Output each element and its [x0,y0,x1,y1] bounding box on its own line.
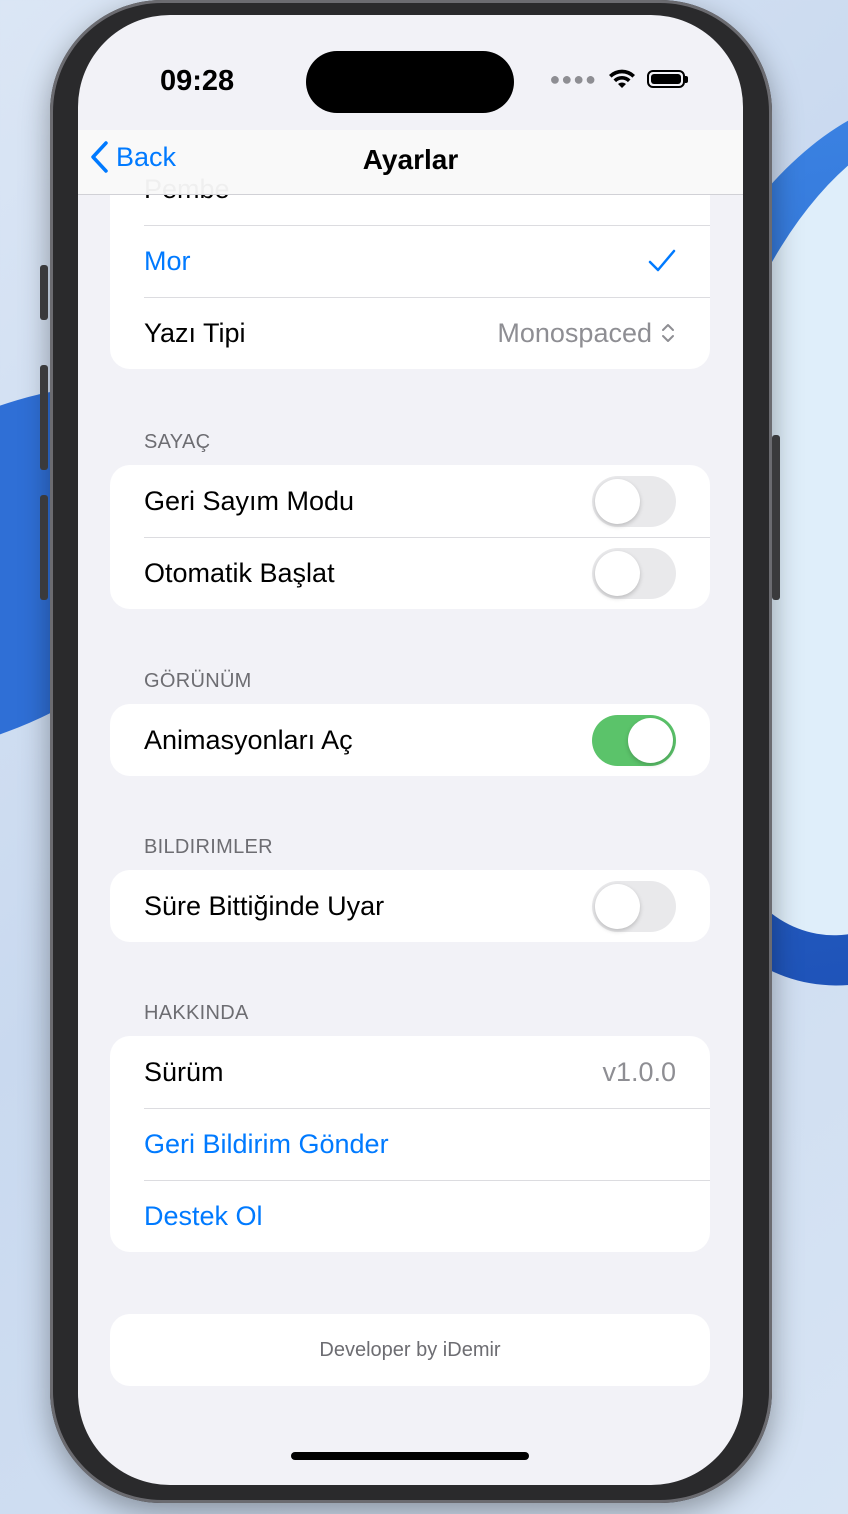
auto-start-label: Otomatik Başlat [144,557,335,588]
support-row[interactable]: Destek Ol [110,1180,710,1252]
dynamic-island [306,51,514,113]
countdown-mode-toggle[interactable] [592,475,676,527]
version-label: Sürüm [144,1056,224,1087]
font-picker-value: Monospaced [497,318,676,349]
timer-end-alert-row: Süre Bittiğinde Uyar [110,870,710,942]
section-header-about: HAKKINDA [144,1002,249,1024]
checkmark-icon [648,249,676,272]
version-value: v1.0.0 [602,1056,676,1087]
section-header-timer: SAYAÇ [144,431,211,453]
animations-toggle[interactable] [592,714,676,766]
countdown-mode-label: Geri Sayım Modu [144,485,355,516]
page-title: Ayarlar [362,144,459,175]
status-time: 09:28 [160,65,235,97]
about-group: Sürüm v1.0.0 Geri Bildirim Gönder Destek… [110,1036,710,1252]
animations-label: Animasyonları Aç [144,724,353,755]
font-picker-selected: Monospaced [497,317,652,348]
timer-group: Geri Sayım Modu Otomatik Başlat [110,465,710,609]
action-button [40,265,48,320]
auto-start-toggle[interactable] [592,547,676,599]
timer-end-alert-label: Süre Bittiğinde Uyar [144,890,385,921]
phone-screen: 09:28 ●●●● Back Ayarlar Pembe Mor [78,15,743,1485]
battery-icon [647,70,688,88]
font-picker-label: Yazı Tipi [144,317,246,348]
wifi-icon [609,69,635,88]
home-indicator[interactable] [291,1452,529,1460]
support-link[interactable]: Destek Ol [144,1201,263,1232]
animations-row: Animasyonları Aç [110,704,710,776]
section-header-appearance: GÖRÜNÜM [144,670,252,692]
status-icons: ●●●● [549,68,688,90]
auto-start-row: Otomatik Başlat [110,537,710,609]
section-header-notifications: BILDIRIMLER [144,836,273,858]
timer-end-alert-toggle[interactable] [592,880,676,932]
notifications-group: Süre Bittiğinde Uyar [110,870,710,942]
appearance-group: Animasyonları Aç [110,704,710,776]
theme-option-label: Mor [144,245,191,276]
send-feedback-link[interactable]: Geri Bildirim Gönder [144,1129,389,1160]
power-button [772,435,780,600]
developer-credit: Developer by iDemir [110,1314,710,1386]
version-row: Sürüm v1.0.0 [110,1036,710,1108]
countdown-mode-row: Geri Sayım Modu [110,465,710,537]
volume-down-button [40,495,48,600]
chevron-up-down-icon [662,324,674,342]
volume-up-button [40,365,48,470]
theme-option-mor[interactable]: Mor [110,225,710,297]
font-picker-row[interactable]: Yazı Tipi Monospaced [110,297,710,369]
navigation-bar: Back Ayarlar [78,130,743,195]
send-feedback-row[interactable]: Geri Bildirim Gönder [110,1108,710,1180]
signal-icon: ●●●● [549,68,597,89]
